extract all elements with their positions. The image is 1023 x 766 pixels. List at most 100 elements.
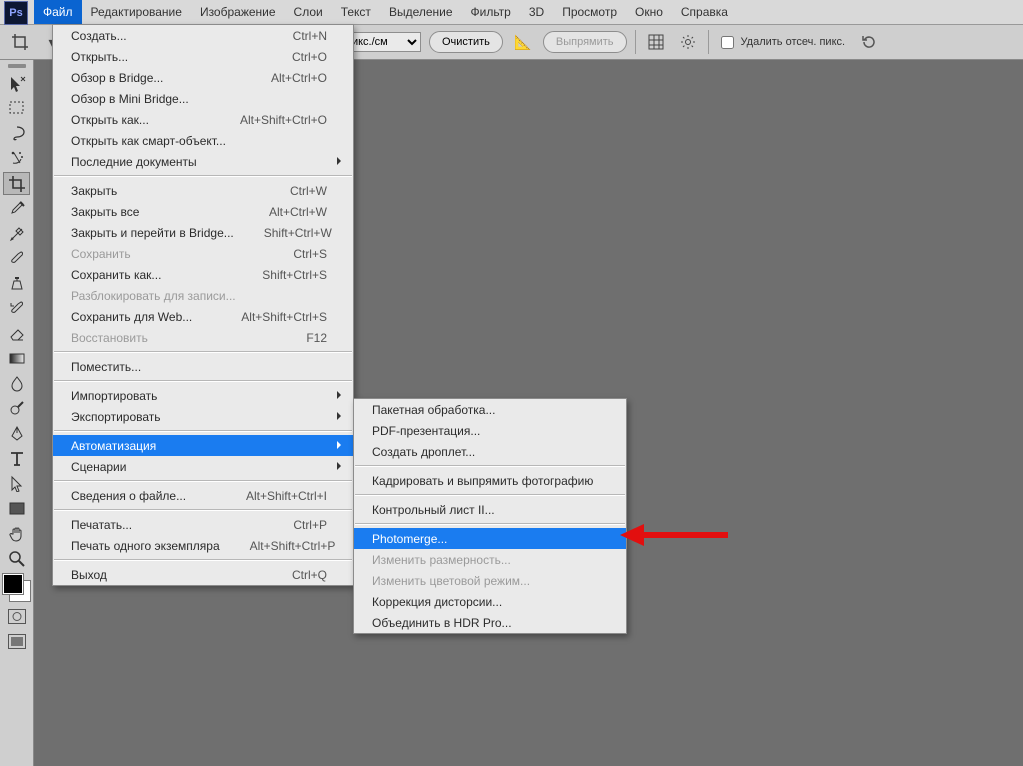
clone-tool[interactable] — [3, 272, 30, 295]
file-menu-item-30[interactable]: ВыходCtrl+Q — [53, 564, 353, 585]
file-menu-item-19[interactable]: Импортировать — [53, 385, 353, 406]
file-menu-item-20[interactable]: Экспортировать — [53, 406, 353, 427]
file-menu-item-8[interactable]: ЗакрытьCtrl+W — [53, 180, 353, 201]
file-menu-item-9[interactable]: Закрыть всеAlt+Ctrl+W — [53, 201, 353, 222]
crop-tool[interactable] — [3, 172, 30, 195]
menu-item-shortcut: F12 — [306, 331, 327, 345]
file-menu-item-3[interactable]: Обзор в Mini Bridge... — [53, 88, 353, 109]
menu-текст[interactable]: Текст — [332, 0, 380, 24]
menu-item-label: Обзор в Bridge... — [71, 71, 241, 85]
menu-item-label: Автоматизация — [71, 439, 327, 453]
file-menu-item-27[interactable]: Печатать...Ctrl+P — [53, 514, 353, 535]
automation-item-11[interactable]: Коррекция дисторсии... — [354, 591, 626, 612]
file-menu-item-28[interactable]: Печать одного экземпляраAlt+Shift+Ctrl+P — [53, 535, 353, 556]
menu-item-label: Сценарии — [71, 460, 327, 474]
menu-separator — [54, 430, 352, 432]
file-menu-item-1[interactable]: Открыть...Ctrl+O — [53, 46, 353, 67]
file-menu-item-14[interactable]: Сохранить для Web...Alt+Shift+Ctrl+S — [53, 306, 353, 327]
menu-3d[interactable]: 3D — [520, 0, 553, 24]
reset-icon[interactable] — [857, 30, 881, 54]
automation-item-2[interactable]: Создать дроплет... — [354, 441, 626, 462]
submenu-arrow-icon — [337, 441, 345, 449]
menu-файл[interactable]: Файл — [34, 0, 82, 24]
automation-item-8[interactable]: Photomerge... — [354, 528, 626, 549]
delete-cropped-checkbox[interactable]: Удалить отсеч. пикс. — [717, 33, 846, 52]
automation-submenu: Пакетная обработка...PDF-презентация... С… — [353, 398, 627, 634]
pen-tool[interactable] — [3, 422, 30, 445]
menu-справка[interactable]: Справка — [672, 0, 737, 24]
foreground-swatch[interactable] — [3, 574, 23, 594]
menu-item-label: Создать дроплет... — [372, 445, 600, 459]
quick-select-tool[interactable] — [3, 147, 30, 170]
hand-tool[interactable] — [3, 522, 30, 545]
settings-gear-icon[interactable] — [676, 30, 700, 54]
menu-item-label: Изменить цветовой режим... — [372, 574, 600, 588]
menu-item-label: Экспортировать — [71, 410, 327, 424]
app-logo: Ps — [4, 1, 28, 25]
menu-item-label: Выход — [71, 568, 262, 582]
menu-item-shortcut: Shift+Ctrl+W — [264, 226, 332, 240]
automation-item-6[interactable]: Контрольный лист II... — [354, 499, 626, 520]
menu-item-shortcut: Shift+Ctrl+S — [262, 268, 327, 282]
rectangle-tool[interactable] — [3, 497, 30, 520]
history-brush-tool[interactable] — [3, 297, 30, 320]
eraser-tool[interactable] — [3, 322, 30, 345]
screen-mode-icon[interactable] — [3, 630, 30, 653]
menu-item-label: Открыть... — [71, 50, 262, 64]
file-menu-item-11: СохранитьCtrl+S — [53, 243, 353, 264]
menu-separator — [54, 380, 352, 382]
lasso-tool[interactable] — [3, 122, 30, 145]
submenu-arrow-icon — [337, 412, 345, 420]
type-tool[interactable] — [3, 447, 30, 470]
file-menu-item-22[interactable]: Автоматизация — [53, 435, 353, 456]
menu-item-shortcut: Alt+Shift+Ctrl+S — [241, 310, 327, 324]
automation-item-0[interactable]: Пакетная обработка... — [354, 399, 626, 420]
marquee-tool[interactable] — [3, 97, 30, 120]
automation-item-10: Изменить цветовой режим... — [354, 570, 626, 591]
quick-mask-icon[interactable] — [3, 605, 30, 628]
file-menu-item-12[interactable]: Сохранить как...Shift+Ctrl+S — [53, 264, 353, 285]
file-menu-item-5[interactable]: Открыть как смарт-объект... — [53, 130, 353, 151]
submenu-arrow-icon — [337, 462, 345, 470]
crop-tool-preset-icon[interactable] — [8, 30, 32, 54]
menu-фильтр[interactable]: Фильтр — [462, 0, 520, 24]
menu-выделение[interactable]: Выделение — [380, 0, 462, 24]
brush-tool[interactable] — [3, 247, 30, 270]
menu-просмотр[interactable]: Просмотр — [553, 0, 626, 24]
menu-изображение[interactable]: Изображение — [191, 0, 285, 24]
file-menu-item-4[interactable]: Открыть как...Alt+Shift+Ctrl+O — [53, 109, 353, 130]
automation-item-4[interactable]: Кадрировать и выпрямить фотографию — [354, 470, 626, 491]
blur-tool[interactable] — [3, 372, 30, 395]
menu-item-shortcut: Alt+Ctrl+W — [269, 205, 327, 219]
clear-button[interactable]: Очистить — [429, 31, 503, 53]
tools-grip[interactable] — [0, 60, 33, 72]
file-menu-item-0[interactable]: Создать...Ctrl+N — [53, 25, 353, 46]
path-select-tool[interactable] — [3, 472, 30, 495]
eyedropper-tool[interactable] — [3, 197, 30, 220]
file-menu-item-23[interactable]: Сценарии — [53, 456, 353, 477]
menu-item-shortcut: Ctrl+P — [293, 518, 327, 532]
menu-item-label: Разблокировать для записи... — [71, 289, 327, 303]
file-menu-item-2[interactable]: Обзор в Bridge...Alt+Ctrl+O — [53, 67, 353, 88]
menu-слои[interactable]: Слои — [285, 0, 332, 24]
gradient-tool[interactable] — [3, 347, 30, 370]
menu-separator — [54, 559, 352, 561]
color-swatches[interactable] — [3, 574, 30, 601]
file-menu-item-6[interactable]: Последние документы — [53, 151, 353, 172]
dodge-tool[interactable] — [3, 397, 30, 420]
file-menu-item-25[interactable]: Сведения о файле...Alt+Shift+Ctrl+I — [53, 485, 353, 506]
menu-separator — [54, 351, 352, 353]
file-menu-item-10[interactable]: Закрыть и перейти в Bridge... Shift+Ctrl+… — [53, 222, 353, 243]
zoom-tool[interactable] — [3, 547, 30, 570]
menu-редактирование[interactable]: Редактирование — [82, 0, 191, 24]
menu-окно[interactable]: Окно — [626, 0, 672, 24]
automation-item-1[interactable]: PDF-презентация... — [354, 420, 626, 441]
move-tool[interactable] — [3, 72, 30, 95]
healing-tool[interactable] — [3, 222, 30, 245]
menu-item-label: Закрыть и перейти в Bridge... — [71, 226, 234, 240]
file-menu-item-17[interactable]: Поместить... — [53, 356, 353, 377]
menu-item-label: Открыть как... — [71, 113, 210, 127]
grid-overlay-icon[interactable] — [644, 30, 668, 54]
automation-item-12[interactable]: Объединить в HDR Pro... — [354, 612, 626, 633]
menu-separator — [355, 494, 625, 496]
